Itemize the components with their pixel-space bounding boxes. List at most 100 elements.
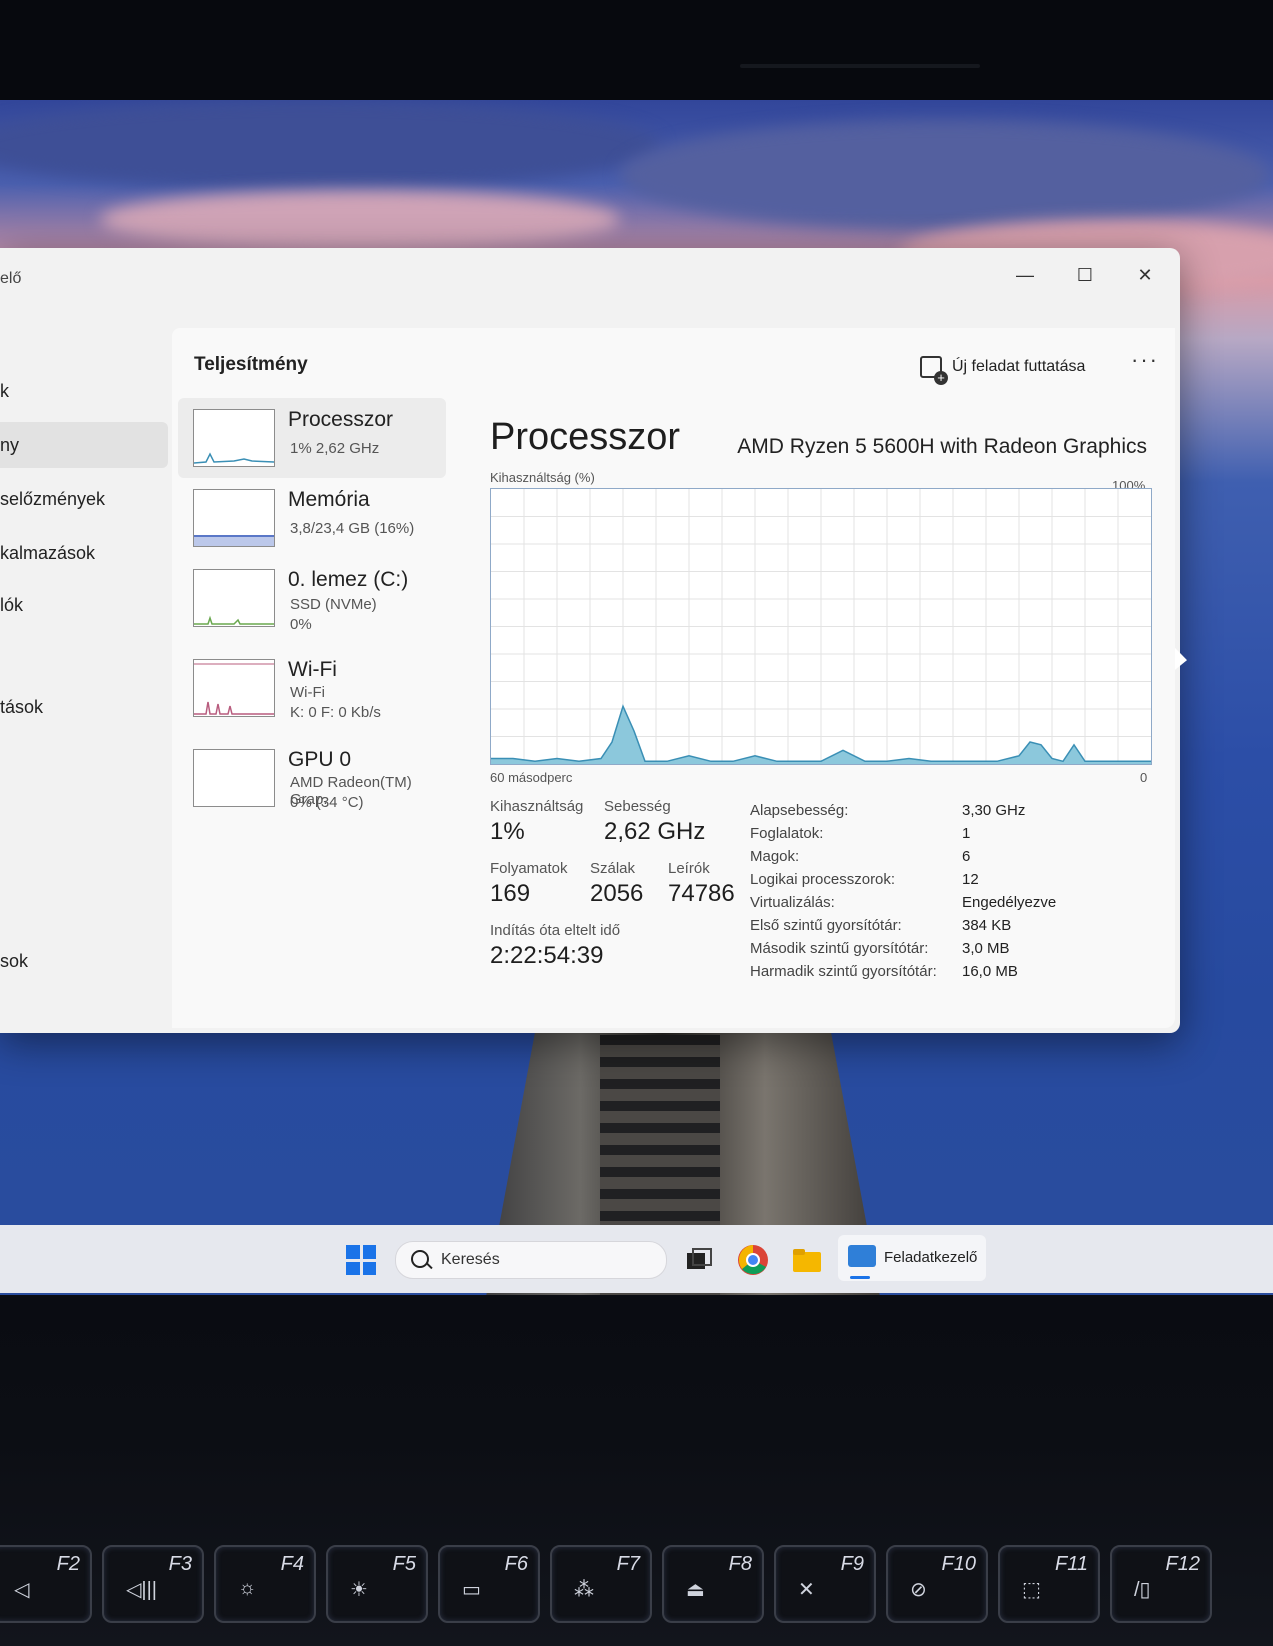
function-key-f3[interactable]: ◁||| F3 (102, 1545, 204, 1623)
key-label: F5 (392, 1553, 416, 1575)
spec-value: 3,0 MB (962, 940, 1010, 957)
resource-name: Wi-Fi (288, 658, 337, 681)
task-manager-window: elő — ☐ ✕ k ny selőzmények kalmazások ló… (0, 248, 1180, 1033)
run-new-task-label: Új feladat futtatása (952, 358, 1086, 375)
threads-label: Szálak (590, 860, 636, 877)
function-key-f4[interactable]: ☼ F4 (214, 1545, 316, 1623)
cpu-model: AMD Ryzen 5 5600H with Radeon Graphics (737, 435, 1147, 458)
spec-value: 1 (962, 825, 971, 842)
key-label: F4 (280, 1553, 304, 1575)
key-symbol-icon: ◁||| (126, 1579, 157, 1601)
function-key-f9[interactable]: ✕ F9 (774, 1545, 876, 1623)
key-label: F2 (56, 1553, 80, 1575)
detail-title: Processzor (490, 416, 681, 458)
maximize-button[interactable]: ☐ (1065, 260, 1105, 290)
function-key-f6[interactable]: ▭ F6 (438, 1545, 540, 1623)
processes-value: 169 (490, 880, 531, 907)
spec-key: Magok: (750, 848, 800, 865)
threads-value: 2056 (590, 880, 644, 907)
resource-item-memory[interactable]: Memória 3,8/23,4 GB (16%) (178, 478, 446, 558)
spec-key: Második szintű gyorsítótár: (750, 940, 929, 957)
mouse-cursor (1175, 647, 1187, 675)
resource-item-wifi[interactable]: Wi-Fi Wi-Fi K: 0 F: 0 Kb/s (178, 648, 446, 728)
graph-x-left: 60 másodperc (490, 770, 573, 785)
utilization-label: Kihasználtság (490, 798, 584, 815)
resource-name: GPU 0 (288, 748, 352, 771)
sky-cloud (100, 190, 620, 250)
minimize-button[interactable]: — (1005, 260, 1045, 290)
cpu-usage-chart (491, 489, 1151, 764)
key-symbol-icon: ⁂ (574, 1579, 594, 1601)
spec-value: 3,30 GHz (962, 802, 1026, 819)
resource-sub: 3,8/23,4 GB (16%) (290, 520, 415, 537)
spec-value: Engedélyezve (962, 894, 1057, 911)
resource-sub: 1% 2,62 GHz (290, 440, 380, 457)
processes-label: Folyamatok (490, 860, 568, 877)
function-key-f2[interactable]: ◁ F2 (0, 1545, 92, 1623)
handles-value: 74786 (668, 880, 735, 907)
task-view-icon[interactable] (682, 1243, 716, 1277)
start-icon[interactable] (346, 1245, 376, 1275)
key-symbol-icon: ◁ (14, 1579, 30, 1601)
taskbar-app-label: Feladatkezelő (884, 1249, 978, 1266)
spec-key: Logikai processzorok: (750, 871, 896, 888)
gpu-thumbnail (193, 749, 275, 807)
wifi-mini-graph (194, 663, 274, 715)
sidebar-item-app-history[interactable]: selőzmények (0, 476, 168, 522)
function-key-f12[interactable]: /▯ F12 (1110, 1545, 1212, 1623)
spec-value: 6 (962, 848, 971, 865)
sidebar-item-details[interactable]: tások (0, 684, 168, 730)
function-key-f5[interactable]: ☀ F5 (326, 1545, 428, 1623)
search-input[interactable]: Keresés (395, 1241, 667, 1279)
sky-cloud (620, 120, 1270, 230)
sidebar-item-startup-apps[interactable]: kalmazások (0, 530, 168, 576)
key-label: F10 (941, 1553, 976, 1575)
resource-sub-secondary: 0% (34 °C) (290, 794, 364, 811)
screen-bezel (0, 0, 1273, 100)
utilization-value: 1% (490, 818, 525, 845)
resource-item-cpu[interactable]: Processzor 1% 2,62 GHz (178, 398, 446, 478)
key-label: F9 (840, 1553, 864, 1575)
function-key-f7[interactable]: ⁂ F7 (550, 1545, 652, 1623)
cpu-mini-graph (193, 452, 275, 464)
resource-name: Processzor (288, 408, 394, 431)
resource-item-disk[interactable]: 0. lemez (C:) SSD (NVMe) 0% (178, 558, 446, 638)
laptop-keyboard: ◁ F2 ◁||| F3 ☼ F4 ☀ F5 ▭ F6 ⁂ F7 ⏏ F8 ✕ F9 ⊘ F10 ⬚ F11 /▯ F12 (0, 1295, 1273, 1646)
key-label: F12 (1165, 1553, 1200, 1575)
key-label: F7 (616, 1553, 640, 1575)
sidebar-item-performance[interactable]: ny (0, 422, 168, 468)
sidebar-item-settings[interactable]: sok (0, 938, 168, 984)
resource-name: 0. lemez (C:) (288, 568, 409, 591)
speed-value: 2,62 GHz (604, 818, 706, 845)
key-label: F11 (1055, 1553, 1088, 1575)
chrome-icon[interactable] (736, 1243, 770, 1277)
key-symbol-icon: ⊘ (910, 1579, 927, 1601)
more-options-button[interactable]: ··· (1127, 348, 1163, 378)
resource-name: Memória (288, 488, 370, 511)
taskbar-app-task-manager[interactable]: Feladatkezelő (838, 1235, 986, 1281)
close-button[interactable]: ✕ (1125, 260, 1165, 290)
sidebar-item-users[interactable]: lók (0, 582, 168, 628)
taskbar: Keresés Feladatkezelő (0, 1225, 1273, 1293)
run-new-task-button[interactable]: Új feladat futtatása (920, 352, 1086, 385)
function-key-f10[interactable]: ⊘ F10 (886, 1545, 988, 1623)
uptime-value: 2:22:54:39 (490, 942, 604, 969)
spec-value: 12 (962, 871, 979, 888)
window-title: elő (0, 270, 22, 287)
speed-label: Sebesség (604, 798, 671, 815)
spec-key: Alapsebesség: (750, 802, 849, 819)
resource-sub: Wi-Fi (290, 684, 325, 701)
webcam-strip (740, 64, 980, 68)
function-key-f8[interactable]: ⏏ F8 (662, 1545, 764, 1623)
resource-item-gpu[interactable]: GPU 0 AMD Radeon(TM) Grap. 0% (34 °C) (178, 738, 446, 818)
sidebar-item[interactable]: k (0, 368, 168, 414)
disk-mini-graph (194, 615, 274, 625)
disk-thumbnail (193, 569, 275, 627)
resource-sub: SSD (NVMe) (290, 596, 377, 613)
function-key-f11[interactable]: ⬚ F11 (998, 1545, 1100, 1623)
sidebar-nav: k ny selőzmények kalmazások lók tások so… (0, 318, 172, 1028)
file-explorer-icon[interactable] (790, 1243, 824, 1277)
memory-thumbnail (193, 489, 275, 547)
spec-key: Harmadik szintű gyorsítótár: (750, 963, 937, 980)
key-symbol-icon: ✕ (798, 1579, 815, 1601)
